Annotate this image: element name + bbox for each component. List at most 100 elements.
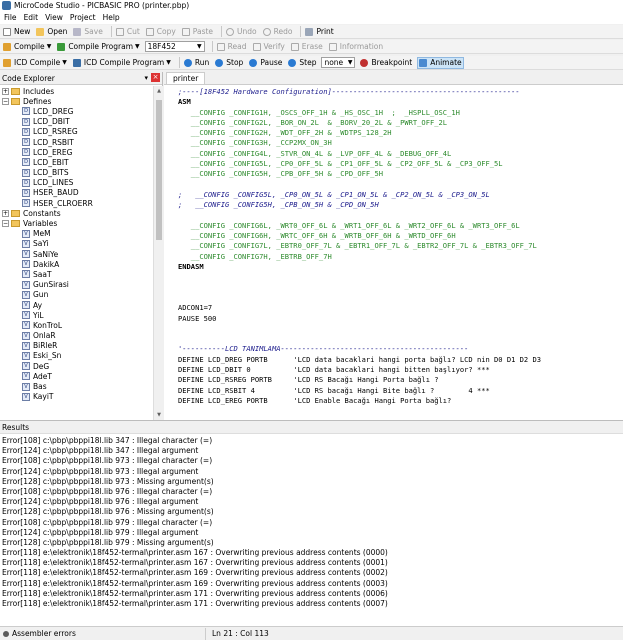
collapse-icon[interactable]: − xyxy=(2,220,9,228)
explorer-scrollbar[interactable]: ▲ ▼ xyxy=(153,86,163,420)
result-item[interactable]: Error[108] c:\pbp\pbppi18l.lib 976 : Ill… xyxy=(2,487,622,497)
pin-icon[interactable]: ▾ xyxy=(144,74,148,82)
run-button[interactable]: Run xyxy=(183,57,210,69)
tree-item-define[interactable]: D LCD_DBIT xyxy=(0,117,153,127)
expand-icon[interactable]: + xyxy=(2,209,9,217)
compile-program-button[interactable]: Compile Program ▼ xyxy=(56,41,140,53)
result-item[interactable]: Error[108] c:\pbp\pbppi18l.lib 347 : Ill… xyxy=(2,436,622,446)
tree-node-constants[interactable]: + Constants xyxy=(0,208,153,218)
menu-edit[interactable]: Edit xyxy=(24,13,39,22)
information-button[interactable]: Information xyxy=(328,41,384,53)
tree-item-variable[interactable]: V BiRleR xyxy=(0,341,153,351)
results-list[interactable]: Error[108] c:\pbp\pbppi18l.lib 347 : Ill… xyxy=(2,436,622,626)
code-line: ADCON1=7 xyxy=(178,303,213,313)
tree-node-variables[interactable]: − Variables xyxy=(0,218,153,228)
copy-icon xyxy=(145,27,154,36)
tree-item-variable[interactable]: V Ay xyxy=(0,300,153,310)
tree-item-variable[interactable]: V GunSirasi xyxy=(0,280,153,290)
tree-item-define[interactable]: D HSER_BAUD xyxy=(0,188,153,198)
results-title: Results xyxy=(2,422,30,432)
result-item[interactable]: Error[118] e:\elektronik\18f452-termal\p… xyxy=(2,589,622,599)
result-item[interactable]: Error[108] c:\pbp\pbppi18l.lib 973 : Ill… xyxy=(2,456,622,466)
pause-button[interactable]: Pause xyxy=(248,57,283,69)
result-item[interactable]: Error[124] c:\pbp\pbppi18l.lib 976 : Ill… xyxy=(2,497,622,507)
breakpoint-button[interactable]: Breakpoint xyxy=(359,57,413,69)
tree-item-variable[interactable]: V MeM xyxy=(0,229,153,239)
collapse-icon[interactable]: − xyxy=(2,97,9,105)
menu-project[interactable]: Project xyxy=(70,13,96,22)
code-line: PAUSE 500 xyxy=(178,313,217,323)
result-item[interactable]: Error[118] e:\elektronik\18f452-termal\p… xyxy=(2,568,622,578)
result-item[interactable]: Error[128] c:\pbp\pbppi18l.lib 976 : Mis… xyxy=(2,507,622,517)
define-icon: D xyxy=(22,188,30,197)
variable-icon: V xyxy=(22,280,30,289)
icd-compile-button[interactable]: ICD Compile ▼ xyxy=(2,57,68,69)
cut-button[interactable]: Cut xyxy=(115,26,141,38)
result-item[interactable]: Error[118] e:\elektronik\18f452-termal\p… xyxy=(2,548,622,558)
result-item[interactable]: Error[118] e:\elektronik\18f452-termal\p… xyxy=(2,599,622,609)
tree-node-includes[interactable]: + Includes xyxy=(0,86,153,96)
animate-button[interactable]: Animate xyxy=(417,56,464,69)
undo-button[interactable]: Undo xyxy=(225,26,258,38)
tree-item-variable[interactable]: V KayiT xyxy=(0,392,153,402)
tree-item-define[interactable]: D LCD_RSBIT xyxy=(0,137,153,147)
tree-item-variable[interactable]: V AdeT xyxy=(0,371,153,381)
tree-item-variable[interactable]: V Gun xyxy=(0,290,153,300)
scroll-down-arrow-icon[interactable]: ▼ xyxy=(154,410,164,420)
open-button[interactable]: Open xyxy=(35,26,68,38)
tree-item-variable[interactable]: V SaaT xyxy=(0,269,153,279)
step-button[interactable]: Step xyxy=(287,57,317,69)
copy-button[interactable]: Copy xyxy=(145,26,177,38)
close-icon[interactable]: × xyxy=(151,73,160,82)
tab-printer[interactable]: printer xyxy=(166,72,206,84)
tree-item-variable[interactable]: V KonTroL xyxy=(0,320,153,330)
stop-button[interactable]: Stop xyxy=(214,57,244,69)
icd-compile-program-button[interactable]: ICD Compile Program ▼ xyxy=(72,57,172,69)
tree-item-variable[interactable]: V SaNiYe xyxy=(0,249,153,259)
paste-button[interactable]: Paste xyxy=(181,26,214,38)
tree-node-defines[interactable]: − Defines xyxy=(0,96,153,106)
tree-item-define[interactable]: D LCD_EREG xyxy=(0,147,153,157)
result-item[interactable]: Error[128] c:\pbp\pbppi18l.lib 979 : Mis… xyxy=(2,538,622,548)
tree-item-variable[interactable]: V YiL xyxy=(0,310,153,320)
code-editor[interactable]: ;----[18F452 Hardware Configuration]----… xyxy=(178,87,623,420)
tree-item-variable[interactable]: V DeG xyxy=(0,361,153,371)
menu-file[interactable]: File xyxy=(4,13,17,22)
result-item[interactable]: Error[124] c:\pbp\pbppi18l.lib 973 : Ill… xyxy=(2,467,622,477)
result-item[interactable]: Error[124] c:\pbp\pbppi18l.lib 979 : Ill… xyxy=(2,528,622,538)
tree-item-define[interactable]: D LCD_LINES xyxy=(0,178,153,188)
scroll-up-arrow-icon[interactable]: ▲ xyxy=(154,86,164,96)
erase-button[interactable]: Erase xyxy=(290,41,324,53)
tree-item-variable[interactable]: V OnlaR xyxy=(0,331,153,341)
scrollbar-thumb[interactable] xyxy=(156,100,162,240)
result-item[interactable]: Error[108] c:\pbp\pbppi18l.lib 979 : Ill… xyxy=(2,518,622,528)
tree-item-variable[interactable]: V Eski_Sn xyxy=(0,351,153,361)
print-button[interactable]: Print xyxy=(304,26,334,38)
save-button[interactable]: Save xyxy=(72,26,103,38)
expand-icon[interactable]: + xyxy=(2,87,9,95)
result-item[interactable]: Error[128] c:\pbp\pbppi18l.lib 973 : Mis… xyxy=(2,477,622,487)
tree-item-variable[interactable]: V Bas xyxy=(0,381,153,391)
save-icon xyxy=(73,27,82,36)
tree-item-define[interactable]: D LCD_BITS xyxy=(0,168,153,178)
menu-view[interactable]: View xyxy=(45,13,63,22)
tree-item-define[interactable]: D LCD_EBIT xyxy=(0,157,153,167)
read-button[interactable]: Read xyxy=(216,41,248,53)
verify-button[interactable]: Verify xyxy=(252,41,286,53)
tree-item-variable[interactable]: V DakikA xyxy=(0,259,153,269)
menu-help[interactable]: Help xyxy=(103,13,120,22)
step-mode-select[interactable]: none ▼ xyxy=(321,57,356,68)
tree-item-variable[interactable]: V SaYi xyxy=(0,239,153,249)
compile-button[interactable]: Compile ▼ xyxy=(2,41,52,53)
device-select[interactable]: 18F452 ▼ xyxy=(144,41,205,52)
tree-item-define[interactable]: D HSER_CLROERR xyxy=(0,198,153,208)
code-explorer-header: Code Explorer ▾ × xyxy=(0,72,162,85)
new-button[interactable]: New xyxy=(2,26,31,38)
tree-item-define[interactable]: D LCD_RSREG xyxy=(0,127,153,137)
tree-item-define[interactable]: D LCD_DREG xyxy=(0,106,153,116)
result-item[interactable]: Error[124] c:\pbp\pbppi18l.lib 347 : Ill… xyxy=(2,446,622,456)
result-item[interactable]: Error[118] e:\elektronik\18f452-termal\p… xyxy=(2,579,622,589)
result-item[interactable]: Error[118] e:\elektronik\18f452-termal\p… xyxy=(2,558,622,568)
redo-button[interactable]: Redo xyxy=(262,26,294,38)
